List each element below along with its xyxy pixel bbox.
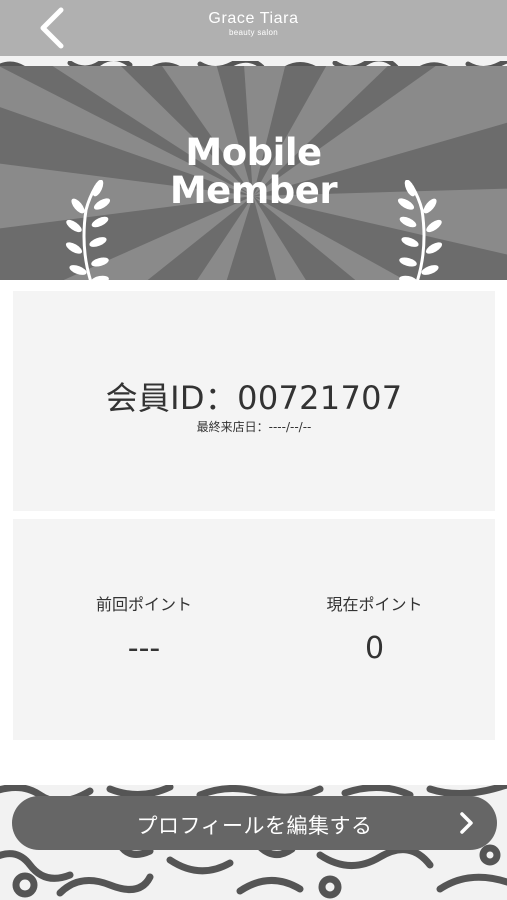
member-id: 会員ID：00721707 xyxy=(13,373,495,419)
edit-profile-button[interactable]: プロフィールを編集する xyxy=(12,796,497,850)
chevron-right-icon xyxy=(460,812,473,834)
current-points-label: 現在ポイント xyxy=(326,595,423,614)
points-card: 前回ポイント --- 現在ポイント 0 xyxy=(13,519,495,740)
decorative-pattern-top xyxy=(0,56,507,66)
banner-title: Mobile Member xyxy=(0,134,507,210)
member-id-label: 会員ID： xyxy=(105,379,238,417)
mobile-member-banner: Mobile Member xyxy=(0,66,507,280)
previous-points: 前回ポイント --- xyxy=(25,591,263,666)
brand-name: Grace Tiara xyxy=(208,10,299,27)
edit-profile-label: プロフィールを編集する xyxy=(136,814,373,838)
app-header: Grace Tiara beauty salon xyxy=(0,0,507,56)
member-id-value: 00721707 xyxy=(237,379,403,417)
banner-title-line1: Mobile xyxy=(185,131,322,174)
current-points-value: 0 xyxy=(364,631,385,666)
brand-subtitle: beauty salon xyxy=(229,28,278,37)
last-visit-date: 最終来店日：----/--/-- xyxy=(196,420,312,434)
previous-points-label: 前回ポイント xyxy=(95,595,192,614)
previous-points-value: --- xyxy=(127,631,161,666)
current-points: 現在ポイント 0 xyxy=(254,591,495,666)
banner-title-line2: Member xyxy=(169,169,338,212)
brand-logo: Grace Tiara beauty salon xyxy=(0,9,507,38)
member-card: 会員ID：00721707 最終来店日：----/--/-- xyxy=(13,291,495,511)
